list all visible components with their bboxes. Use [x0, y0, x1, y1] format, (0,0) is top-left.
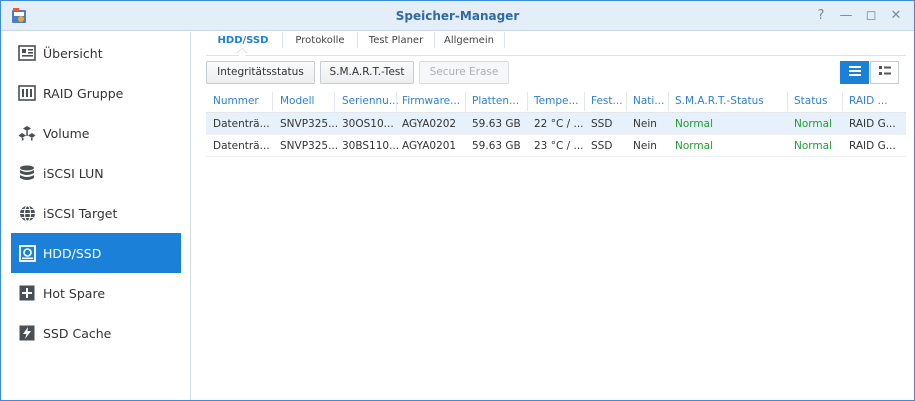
raid-icon [18, 84, 36, 102]
column-header-status[interactable]: Status [794, 95, 827, 107]
cell-raid-group: RAID G... [849, 118, 896, 130]
column-separator[interactable] [334, 92, 335, 111]
help-button[interactable]: ? [811, 6, 831, 26]
tab-bar: HDD/SSD Protokolle Test Planer Allgemein [206, 32, 906, 59]
column-header-firmware[interactable]: Firmware... [402, 95, 460, 107]
column-separator[interactable] [787, 92, 788, 111]
cell-smart-status: Normal [675, 140, 713, 152]
list-view-icon [848, 66, 861, 79]
tab-general[interactable]: Allgemein [436, 32, 502, 54]
cell-model: SNVP325... [280, 140, 339, 152]
sidebar-item-hot-spare[interactable]: Hot Spare [11, 273, 181, 313]
sidebar-item-label: Übersicht [43, 45, 103, 61]
database-icon [18, 164, 36, 182]
column-separator[interactable] [842, 92, 843, 111]
cell-firmware: AGYA0202 [402, 118, 457, 130]
column-header-temperature[interactable]: Tempe... [534, 95, 578, 107]
cell-disk-type: SSD [591, 118, 613, 130]
sidebar-item-label: Volume [43, 125, 90, 141]
cell-disk-size: 59.63 GB [472, 118, 521, 130]
column-separator[interactable] [396, 92, 397, 111]
column-separator[interactable] [465, 92, 466, 111]
cell-smart-status: Normal [675, 118, 713, 130]
cell-status: Normal [794, 140, 832, 152]
plus-box-icon [18, 284, 36, 302]
globe-icon [18, 204, 36, 222]
sidebar-item-label: iSCSI LUN [43, 165, 104, 181]
column-separator[interactable] [668, 92, 669, 111]
minimize-button[interactable]: — [836, 6, 856, 26]
cell-firmware: AGYA0201 [402, 140, 457, 152]
sidebar-item-iscsi-target[interactable]: iSCSI Target [11, 193, 181, 233]
table-header: Nummer Modell Seriennu... Firmware... Pl… [206, 90, 906, 113]
cell-raid-group: RAID G... [849, 140, 896, 152]
cell-serial: 30BS110... [342, 140, 400, 152]
detail-view-button[interactable] [870, 61, 899, 84]
sidebar-item-raid-group[interactable]: RAID Gruppe [11, 73, 181, 113]
tab-separator [434, 32, 435, 48]
tab-separator [357, 32, 358, 48]
column-header-model[interactable]: Modell [280, 95, 314, 107]
column-header-serial[interactable]: Seriennu... [342, 95, 399, 107]
lightning-icon [18, 324, 36, 342]
table-row[interactable]: Datenträ... SNVP325... 30BS110... AGYA02… [206, 135, 906, 157]
cell-serial: 30OS10... [342, 118, 394, 130]
maximize-button[interactable]: ◻ [861, 6, 881, 26]
sidebar-item-label: iSCSI Target [43, 205, 118, 221]
cell-native: Nein [633, 118, 657, 130]
overview-icon [18, 44, 36, 62]
integrity-status-button[interactable]: Integritätsstatus [206, 61, 315, 84]
sidebar-item-label: HDD/SSD [43, 245, 102, 261]
list-view-button[interactable] [840, 61, 869, 84]
sidebar-item-iscsi-lun[interactable]: iSCSI LUN [11, 153, 181, 193]
column-separator[interactable] [626, 92, 627, 111]
sidebar-item-label: Hot Spare [43, 285, 106, 301]
volume-icon [18, 124, 36, 142]
tab-logs[interactable]: Protokolle [284, 32, 356, 54]
sidebar-item-volume[interactable]: Volume [11, 113, 181, 153]
column-header-raid-group[interactable]: RAID ... [849, 95, 888, 107]
tab-test-scheduler[interactable]: Test Planer [359, 32, 433, 54]
cell-disk-size: 59.63 GB [472, 140, 521, 152]
window-title: Speicher-Manager [395, 9, 520, 23]
tab-separator [504, 32, 505, 48]
cell-number: Datenträ... [213, 118, 270, 130]
sidebar-item-label: RAID Gruppe [43, 85, 124, 101]
cell-temperature: 22 °C / ... [534, 118, 584, 130]
column-header-smart-status[interactable]: S.M.A.R.T.-Status [675, 95, 764, 107]
sidebar-item-hdd-ssd[interactable]: HDD/SSD [11, 233, 181, 273]
disk-icon [18, 244, 36, 262]
cell-status: Normal [794, 118, 832, 130]
column-header-disk-size[interactable]: Platten... [472, 95, 519, 107]
title-bar[interactable]: Speicher-Manager ? — ◻ ✕ [1, 1, 914, 31]
table-row[interactable]: Datenträ... SNVP325... 30OS10... AGYA020… [206, 113, 906, 135]
secure-erase-button[interactable]: Secure Erase [419, 61, 509, 84]
smart-test-button[interactable]: S.M.A.R.T.-Test [320, 61, 414, 84]
close-button[interactable]: ✕ [886, 6, 906, 26]
main-panel: HDD/SSD Protokolle Test Planer Allgemein… [192, 32, 914, 400]
sidebar-item-overview[interactable]: Übersicht [11, 33, 181, 73]
cell-disk-type: SSD [591, 140, 613, 152]
column-separator[interactable] [527, 92, 528, 111]
storage-manager-window: Speicher-Manager ? — ◻ ✕ Übersicht RAID … [0, 0, 915, 401]
column-header-number[interactable]: Nummer [213, 95, 259, 107]
cell-temperature: 23 °C / ... [534, 140, 584, 152]
column-header-native[interactable]: Nati... [633, 95, 664, 107]
column-separator[interactable] [584, 92, 585, 111]
cell-number: Datenträ... [213, 140, 270, 152]
cell-native: Nein [633, 140, 657, 152]
sidebar-item-label: SSD Cache [43, 325, 112, 341]
detail-view-icon [878, 66, 891, 79]
column-separator[interactable] [272, 92, 273, 111]
sidebar-item-ssd-cache[interactable]: SSD Cache [11, 313, 181, 353]
cell-model: SNVP325... [280, 118, 339, 130]
tab-separator [282, 32, 283, 48]
sidebar: Übersicht RAID Gruppe Volume iSCSI LUN i… [1, 32, 191, 400]
column-header-disk-type[interactable]: Fest... [591, 95, 623, 107]
